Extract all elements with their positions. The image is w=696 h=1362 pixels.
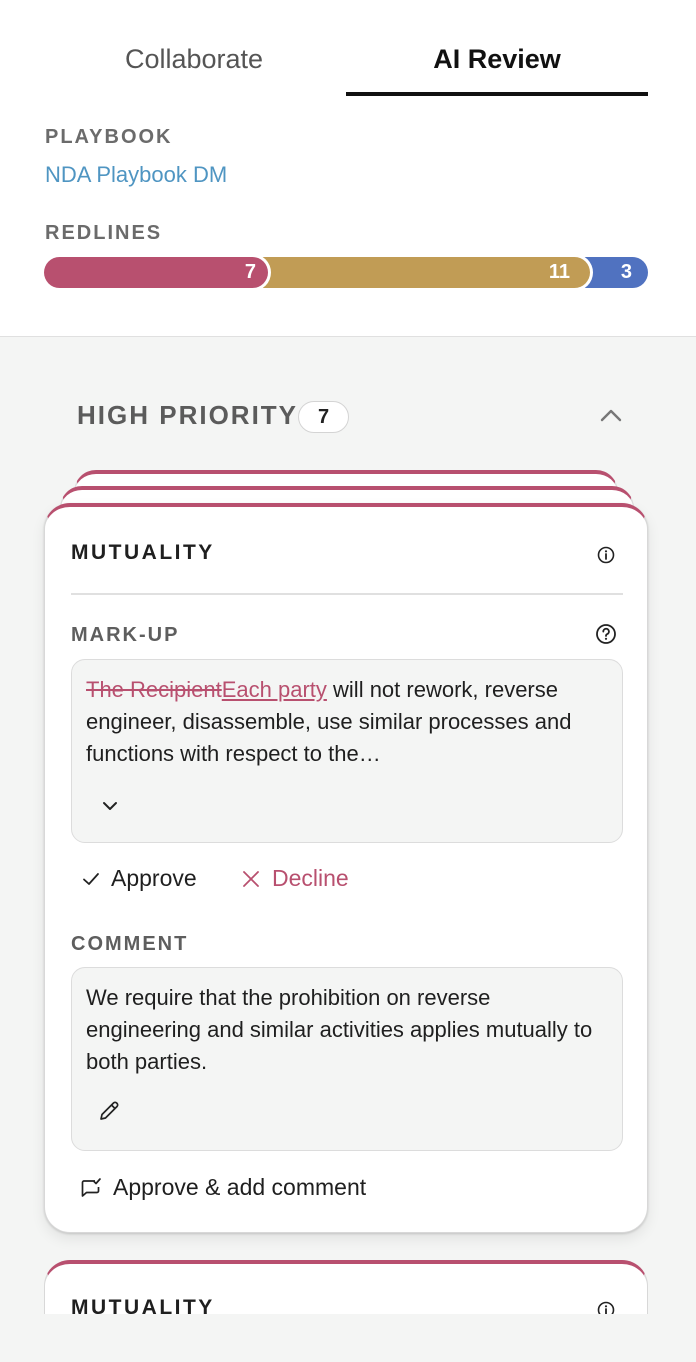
tab-collaborate[interactable]: Collaborate [44,44,344,75]
card-title: MUTUALITY [71,541,215,564]
chevron-down-icon[interactable] [98,794,122,818]
approve-button[interactable]: Approve [81,865,197,892]
pencil-icon[interactable] [96,1098,122,1124]
scroll-clip [0,1314,696,1362]
redline-high-segment[interactable]: 7 [44,257,268,288]
comment-box: We require that the prohibition on rever… [71,967,623,1151]
redline-card: MUTUALITY MARK-UP The RecipientEach part… [44,503,648,1233]
chevron-up-icon[interactable] [596,402,626,428]
markup-text: The RecipientEach party will not rework,… [86,674,611,770]
comment-text: We require that the prohibition on rever… [86,985,593,1074]
redlines-label: REDLINES [45,222,163,244]
priority-group-title: HIGH PRIORITY [77,400,299,430]
approve-and-comment-button[interactable]: Approve & add comment [79,1174,366,1201]
help-circle-icon[interactable] [595,623,617,645]
playbook-label: PLAYBOOK [45,126,173,148]
close-icon [243,870,259,887]
approve-comment-label: Approve & add comment [113,1174,367,1200]
decline-label: Decline [272,865,349,891]
priority-count-badge: 7 [298,401,349,433]
decline-button[interactable]: Decline [240,865,349,892]
approve-label: Approve [111,865,197,891]
review-tabs: Collaborate AI Review [0,0,696,100]
inserted-text: Each party [221,677,327,702]
card-divider [71,593,623,595]
info-icon[interactable] [596,545,616,565]
check-icon [83,872,99,885]
markup-label: MARK-UP [71,624,180,646]
redline-medium-segment[interactable]: 11 [250,257,590,288]
tab-ai-review[interactable]: AI Review [346,44,648,75]
deleted-text: The Recipient [86,677,222,702]
active-tab-indicator [346,92,648,96]
redlines-bar: 7 11 3 [44,257,648,288]
playbook-link[interactable]: NDA Playbook DM [45,162,227,188]
markup-box: The RecipientEach party will not rework,… [71,659,623,843]
comment-label: COMMENT [71,933,189,955]
comment-check-icon [81,1177,101,1197]
